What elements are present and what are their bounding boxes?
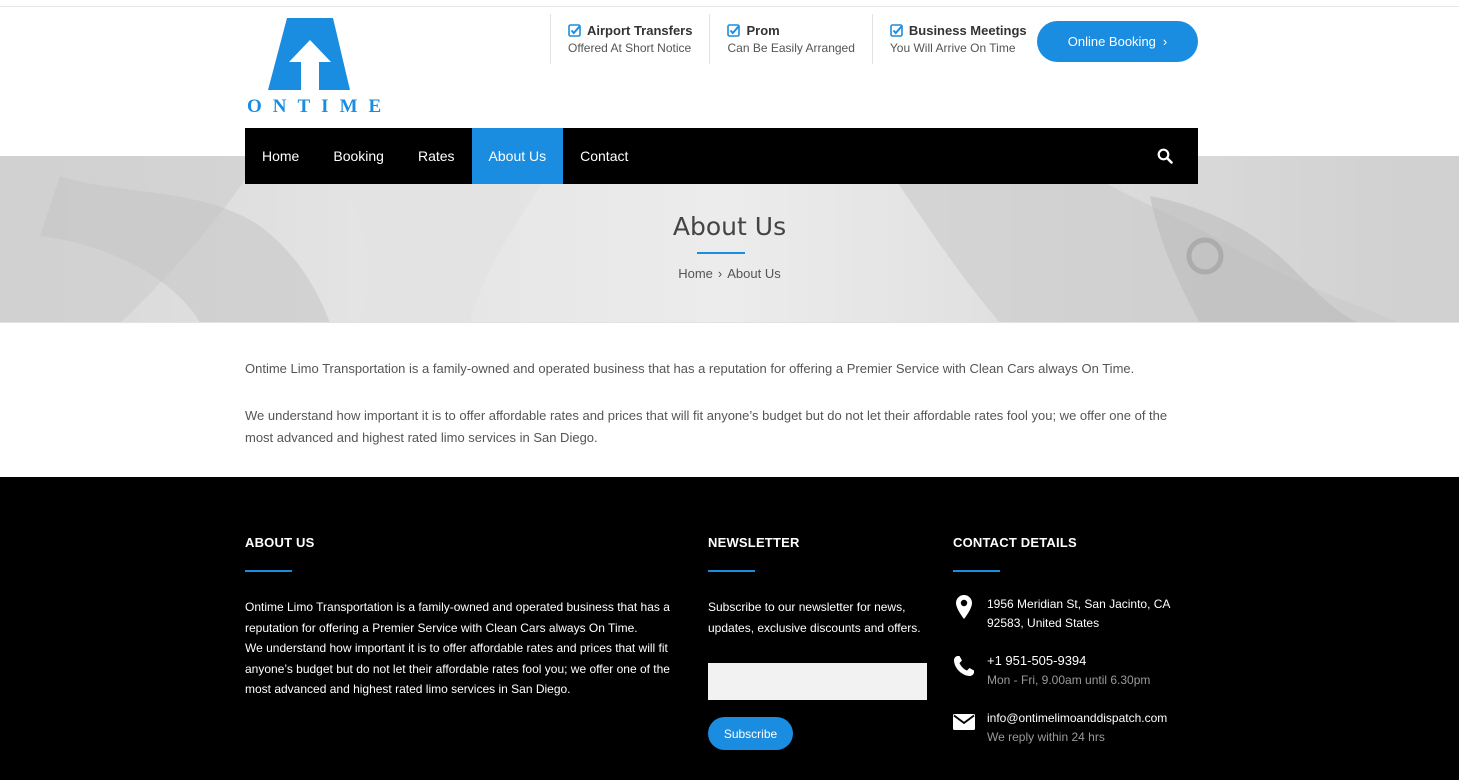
feature-title: Business Meetings (908, 23, 1027, 38)
feature-title: Airport Transfers (587, 23, 693, 38)
heading-underline (953, 570, 1000, 572)
envelope-icon (953, 714, 975, 730)
nav-item-booking[interactable]: Booking (316, 128, 401, 184)
feature-subtitle: Can Be Easily Arranged (727, 41, 855, 55)
heading-underline (708, 570, 755, 572)
footer-contact-heading: CONTACT DETAILS (953, 535, 1077, 550)
footer-newsletter: NEWSLETTER Subscribe to our newsletter f… (708, 535, 933, 750)
footer-newsletter-heading: NEWSLETTER (708, 535, 800, 550)
phone-icon (954, 656, 974, 676)
footer-about-line: Ontime Limo Transportation is a family-o… (245, 600, 670, 635)
heading-underline (245, 570, 292, 572)
phone-number[interactable]: +1 951-505-9394 (987, 651, 1150, 671)
nav-item-home[interactable]: Home (245, 128, 316, 184)
feature-subtitle: Offered At Short Notice (568, 41, 692, 55)
newsletter-text: Subscribe to our newsletter for news, up… (708, 600, 921, 635)
breadcrumb-current: About Us (727, 266, 781, 281)
footer-contact: CONTACT DETAILS 1956 Meridian St, San Ja… (953, 535, 1213, 755)
header-features: Airport Transfers Offered At Short Notic… (550, 14, 1044, 64)
office-hours: Mon - Fri, 9.00am until 6.30pm (987, 673, 1151, 687)
feature-airport-transfers: Airport Transfers Offered At Short Notic… (550, 14, 709, 64)
content-paragraph: Ontime Limo Transportation is a family-o… (245, 361, 1135, 376)
feature-title: Prom (746, 23, 780, 38)
checkbox-icon (568, 24, 581, 37)
breadcrumb-separator-icon: › (717, 266, 723, 281)
site-logo[interactable]: ONTIME (247, 18, 382, 118)
checkbox-icon (727, 24, 741, 37)
online-booking-button[interactable]: Online Booking › (1037, 21, 1198, 62)
address-line: 1956 Meridian St, San Jacinto, CA (987, 597, 1171, 611)
checkbox-icon (890, 24, 903, 37)
nav-item-about-us[interactable]: About Us (471, 128, 564, 184)
contact-address: 1956 Meridian St, San Jacinto, CA 92583,… (953, 595, 1170, 633)
site-footer: ABOUT US Ontime Limo Transportation is a… (0, 477, 1459, 780)
page-title: About Us (672, 212, 787, 241)
email-address[interactable]: info@ontimelimoanddispatch.com (987, 709, 1167, 728)
breadcrumb-home-link[interactable]: Home (678, 266, 713, 281)
footer-about: ABOUT US Ontime Limo Transportation is a… (245, 535, 685, 700)
subscribe-button[interactable]: Subscribe (708, 717, 793, 750)
nav-item-contact[interactable]: Contact (563, 128, 645, 184)
feature-subtitle: You Will Arrive On Time (889, 41, 1016, 55)
chevron-right-icon: › (1162, 34, 1168, 49)
feature-business-meetings: Business Meetings You Will Arrive On Tim… (871, 14, 1044, 64)
main-navigation: Home Booking Rates About Us Contact (245, 128, 1198, 184)
newsletter-email-input[interactable] (708, 663, 927, 700)
address-line: 92583, United States (987, 616, 1100, 630)
nav-item-rates[interactable]: Rates (401, 128, 472, 184)
contact-email: info@ontimelimoanddispatch.com We reply … (953, 709, 1167, 747)
footer-about-text: Ontime Limo Transportation is a family-o… (245, 597, 685, 700)
logo-wordmark: ONTIME (247, 96, 393, 117)
main-content: Ontime Limo Transportation is a family-o… (245, 358, 1185, 474)
breadcrumb: Home › About Us (0, 266, 1459, 281)
search-icon[interactable] (1157, 148, 1173, 164)
email-note: We reply within 24 hrs (987, 730, 1105, 744)
top-divider (0, 6, 1459, 7)
title-underline (697, 252, 745, 254)
contact-phone: +1 951-505-9394 Mon - Fri, 9.00am until … (953, 651, 1150, 690)
content-paragraph: We understand how important it is to off… (245, 408, 1168, 445)
footer-about-heading: ABOUT US (245, 535, 315, 550)
online-booking-label: Online Booking (1067, 34, 1156, 49)
map-pin-icon (956, 595, 972, 619)
footer-about-line: We understand how important it is to off… (245, 641, 670, 696)
logo-mark-icon (268, 18, 350, 90)
feature-prom: Prom Can Be Easily Arranged (709, 14, 871, 64)
